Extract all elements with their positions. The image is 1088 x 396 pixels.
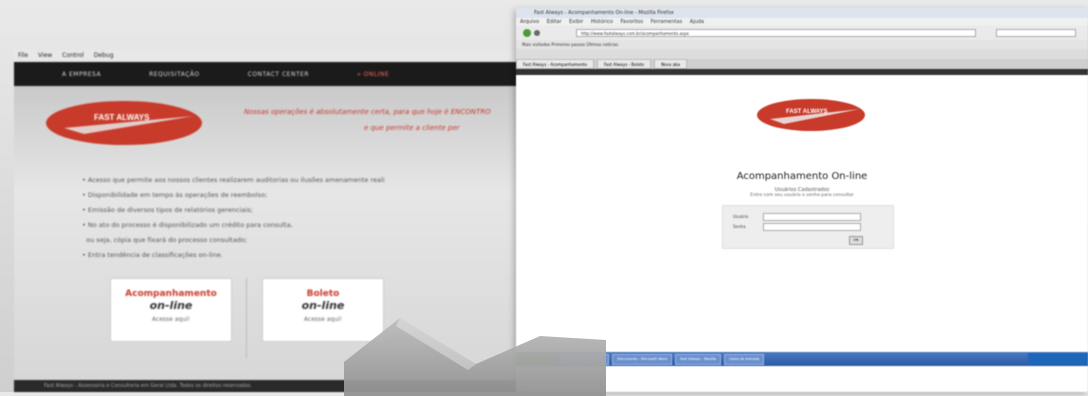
- nav-item-online[interactable]: » ONLINE: [357, 71, 389, 78]
- tracking-card-sub: on-line: [149, 299, 193, 312]
- tracking-card[interactable]: Acompanhamento on-line Acesse aqui!: [110, 278, 232, 342]
- page-instructions: Entre com seu usuário e senha para consu…: [750, 193, 854, 198]
- logo-text: FAST ALWAYS: [786, 109, 828, 115]
- list-item-text: Emissão de diversos tipos de relatórios …: [87, 206, 253, 214]
- card-divider: [246, 278, 247, 358]
- company-logo: FAST ALWAYS: [757, 99, 865, 131]
- player-menubar: File View Control Debug: [14, 50, 526, 62]
- tab-boleto[interactable]: Fast Always - Boleto: [596, 59, 652, 69]
- menu-item-debug[interactable]: Debug: [94, 52, 114, 59]
- nav-item-empresa[interactable]: A EMPRESA: [62, 71, 101, 78]
- username-input[interactable]: [763, 213, 861, 221]
- list-item: • No ato do processo é disponibilizado u…: [82, 221, 293, 229]
- search-input[interactable]: [996, 29, 1076, 37]
- bookmarks-bar[interactable]: Mais visitados Primeiros passos Últimas …: [516, 40, 1088, 49]
- taskbar-item[interactable]: Caixa de entrada: [724, 353, 765, 365]
- browser-menu-exibir[interactable]: Exibir: [569, 19, 583, 25]
- login-button[interactable]: OK: [849, 236, 863, 245]
- browser-menu-editar[interactable]: Editar: [547, 19, 562, 25]
- transition-arrow-icon: [344, 318, 606, 396]
- taskbar-item[interactable]: Fast Always - Mozilla: [675, 353, 722, 365]
- browser-menu-favoritos[interactable]: Favoritos: [621, 19, 644, 25]
- list-item: • Entra tendência de classificações on-l…: [82, 251, 223, 259]
- browser-menu-ferramentas[interactable]: Ferramentas: [651, 19, 683, 25]
- address-input[interactable]: http://www.fastalways.com.br/acompanhame…: [576, 29, 976, 37]
- tagline-line-2: e que permite a cliente per: [364, 124, 460, 132]
- list-item: ou seja, cópia que fixará do processo co…: [82, 236, 385, 244]
- browser-menu-arquivo[interactable]: Arquivo: [520, 19, 539, 25]
- browser-menubar: Arquivo Editar Exibir Histórico Favorito…: [516, 18, 1088, 26]
- username-label: Usuário: [733, 214, 749, 219]
- browser-titlebar: Fast Always - Acompanhamento On-line - M…: [516, 8, 1088, 18]
- password-input[interactable]: [763, 223, 861, 231]
- addon-toolbar: [516, 49, 1088, 59]
- invoice-card-title: Boleto: [306, 289, 340, 299]
- browser-menu-historico[interactable]: Histórico: [591, 19, 613, 25]
- logo-text: FAST ALWAYS: [94, 113, 150, 122]
- menu-item-control[interactable]: Control: [62, 52, 84, 59]
- company-logo: FAST ALWAYS: [46, 101, 202, 145]
- list-item-text: Entra tendência de classificações on-lin…: [87, 251, 223, 259]
- page-title: Acompanhamento On-line: [736, 171, 868, 182]
- menu-item-file[interactable]: File: [18, 52, 28, 59]
- list-item-text: ou seja, cópia que fixará do processo co…: [86, 236, 248, 244]
- nav-item-contact-center[interactable]: CONTACT CENTER: [248, 71, 309, 78]
- tab-acompanhamento[interactable]: Fast Always - Acompanhamento: [516, 59, 594, 69]
- browser-tabs: Fast Always - Acompanhamento Fast Always…: [516, 59, 1088, 69]
- login-form: Usuário Senha OK: [722, 205, 894, 249]
- tracking-card-title: Acompanhamento: [125, 289, 217, 299]
- password-label: Senha: [733, 224, 746, 229]
- list-item: • Disponibilidade em tempo às operações …: [82, 191, 268, 199]
- list-item: • Emissão de diversos tipos de relatório…: [82, 206, 253, 214]
- tagline-line-1: Nossas operações é absolutamente certa, …: [244, 108, 491, 116]
- nav-item-requisitacao[interactable]: REQUISITAÇÃO: [149, 71, 200, 78]
- list-item-text: No ato do processo é disponibilizado um …: [87, 221, 293, 229]
- browser-menu-ajuda[interactable]: Ajuda: [690, 19, 704, 25]
- site-nav: A EMPRESA REQUISITAÇÃO CONTACT CENTER » …: [14, 62, 526, 86]
- tab-nova-aba[interactable]: Nova aba: [654, 59, 688, 69]
- tracking-card-link[interactable]: Acesse aqui!: [111, 316, 231, 323]
- back-forward-icon[interactable]: [522, 28, 562, 38]
- list-item-text: Disponibilidade em tempo às operações de…: [87, 191, 268, 199]
- list-item-text: Acesso que permite aos nossos clientes r…: [87, 176, 385, 184]
- browser-urlbar: http://www.fastalways.com.br/acompanhame…: [516, 26, 1088, 40]
- system-tray: [1028, 353, 1088, 365]
- list-item: • Acesso que permite aos nossos clientes…: [82, 176, 385, 184]
- menu-item-view[interactable]: View: [38, 52, 52, 59]
- feature-list: • Acesso que permite aos nossos clientes…: [82, 176, 385, 266]
